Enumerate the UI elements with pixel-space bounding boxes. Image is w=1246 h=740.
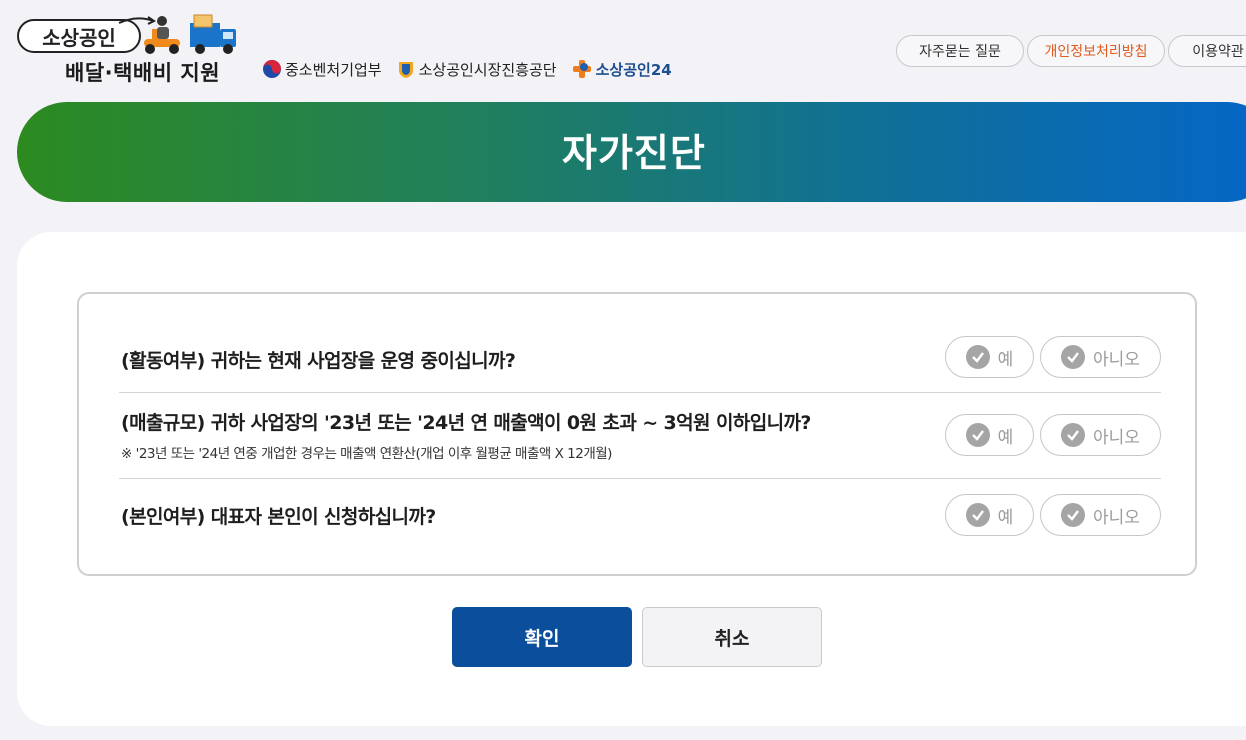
- answer-no-button[interactable]: 아니오: [1040, 494, 1161, 536]
- answer-options: 예 아니오: [945, 336, 1161, 378]
- page-title: 자가진단: [562, 131, 706, 175]
- privacy-policy-link[interactable]: 개인정보처리방침: [1027, 35, 1165, 67]
- answer-no-label: 아니오: [1093, 507, 1140, 528]
- question-row-activity: (활동여부) 귀하는 현재 사업장을 운영 중이십니까? 예 아니오: [119, 322, 1161, 393]
- semas-shield-icon: [398, 62, 413, 78]
- partner-sbiz24[interactable]: 소상공인24: [571, 58, 672, 80]
- question-text: (활동여부) 귀하는 현재 사업장을 운영 중이십니까?: [121, 350, 516, 372]
- check-icon: [965, 503, 990, 527]
- partner-semas-label: 소상공인시장진흥공단: [418, 60, 557, 79]
- partner-semas[interactable]: 소상공인시장진흥공단: [396, 59, 557, 80]
- question-list: (활동여부) 귀하는 현재 사업장을 운영 중이십니까? 예 아니오 (매출규모…: [77, 292, 1197, 576]
- check-icon: [965, 423, 990, 447]
- partner-logos: 중소벤처기업부 소상공인시장진흥공단 소상공인24: [262, 58, 672, 80]
- partner-mss[interactable]: 중소벤처기업부: [262, 59, 382, 80]
- plus-p-icon: [572, 60, 591, 78]
- faq-link[interactable]: 자주묻는 질문: [896, 35, 1024, 67]
- check-icon: [965, 345, 990, 369]
- question-note: ※ '23년 또는 '24년 연중 개업한 경우는 매출액 연환산(개업 이후 …: [121, 446, 612, 462]
- brand-subtitle: 배달·택배비 지원: [65, 61, 221, 85]
- top-nav-links: 자주묻는 질문 개인정보처리방침 이용약관: [896, 35, 1246, 67]
- answer-no-label: 아니오: [1093, 349, 1140, 370]
- answer-yes-label: 예: [997, 349, 1014, 370]
- question-row-revenue: (매출규모) 귀하 사업장의 '23년 또는 '24년 연 매출액이 0원 초과…: [119, 392, 1161, 479]
- answer-yes-button[interactable]: 예: [945, 336, 1034, 378]
- check-icon: [1061, 345, 1086, 369]
- partner-sbiz24-label: 소상공인24: [595, 60, 672, 79]
- question-row-identity: (본인여부) 대표자 본인이 신청하십니까? 예 아니오: [119, 478, 1161, 568]
- question-text: (매출규모) 귀하 사업장의 '23년 또는 '24년 연 매출액이 0원 초과…: [121, 412, 811, 434]
- partner-mss-label: 중소벤처기업부: [285, 60, 382, 79]
- answer-no-button[interactable]: 아니오: [1040, 414, 1161, 456]
- answer-yes-button[interactable]: 예: [945, 414, 1034, 456]
- self-diagnosis-card: (활동여부) 귀하는 현재 사업장을 운영 중이십니까? 예 아니오 (매출규모…: [17, 232, 1246, 726]
- taegeuk-icon: [263, 60, 281, 78]
- question-text: (본인여부) 대표자 본인이 신청하십니까?: [121, 506, 436, 528]
- delivery-scooter-truck-icon: [144, 14, 236, 54]
- answer-yes-label: 예: [997, 507, 1014, 528]
- answer-yes-label: 예: [997, 427, 1014, 448]
- answer-options: 예 아니오: [945, 494, 1161, 536]
- answer-yes-button[interactable]: 예: [945, 494, 1034, 536]
- answer-options: 예 아니오: [945, 414, 1161, 456]
- terms-link[interactable]: 이용약관: [1168, 35, 1246, 67]
- check-icon: [1061, 423, 1086, 447]
- answer-no-button[interactable]: 아니오: [1040, 336, 1161, 378]
- check-icon: [1061, 503, 1086, 527]
- cancel-button[interactable]: 취소: [642, 607, 822, 667]
- page-banner: 자가진단: [17, 102, 1246, 202]
- confirm-button[interactable]: 확인: [452, 607, 632, 667]
- brand-logo[interactable]: 소상공인 배달·택배비 지원: [17, 13, 247, 91]
- answer-no-label: 아니오: [1093, 427, 1140, 448]
